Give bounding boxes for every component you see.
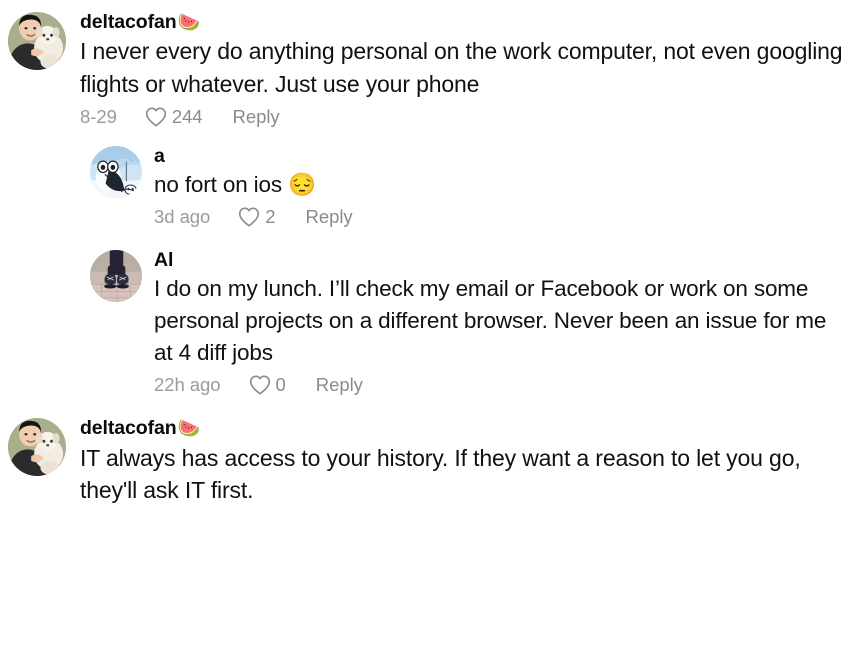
comment-thread: deltacofan 🍉 I never every do anything p… — [0, 0, 854, 648]
like-control[interactable]: 244 — [145, 106, 203, 128]
comment-username[interactable]: a — [154, 144, 848, 168]
comment-item: deltacofan 🍉 IT always has access to you… — [8, 414, 848, 507]
like-count: 2 — [265, 206, 276, 227]
avatar-image-cartoon-penguin-with-umbrella[interactable] — [90, 145, 142, 198]
username-text: deltacofan — [80, 417, 177, 440]
comment-timestamp: 3d ago — [154, 206, 211, 227]
like-control[interactable]: 0 — [249, 374, 286, 396]
comment-username[interactable]: Al — [154, 248, 848, 272]
avatar-image-person-holding-white-dog[interactable] — [8, 418, 66, 477]
heart-icon[interactable] — [238, 207, 260, 227]
comment-item: a no fort on ios 😔 3d ago 2 Reply — [8, 142, 848, 228]
comment-meta: 3d ago 2 Reply — [154, 206, 848, 228]
comment-body: deltacofan 🍉 I never every do anything p… — [80, 8, 848, 128]
comment-username[interactable]: deltacofan 🍉 — [80, 416, 848, 440]
reply-button[interactable]: Reply — [316, 374, 363, 396]
username-text: Al — [154, 249, 174, 271]
comment-text: no fort on ios 😔 — [154, 172, 316, 198]
comment-item: Al I do on my lunch. I’ll check my email… — [8, 246, 848, 396]
comment-meta: 22h ago 0 Reply — [154, 374, 848, 396]
avatar-art — [90, 250, 142, 302]
reply-button[interactable]: Reply — [306, 206, 353, 228]
avatar-art — [90, 145, 142, 198]
comment-text: I never every do anything personal on th… — [80, 38, 843, 98]
like-count: 0 — [275, 374, 286, 396]
like-control[interactable]: 2 — [238, 206, 276, 228]
comment-body: a no fort on ios 😔 3d ago 2 Reply — [154, 142, 848, 228]
reply-button[interactable]: Reply — [233, 106, 280, 128]
avatar[interactable] — [8, 8, 66, 70]
comment-body: Al I do on my lunch. I’ll check my email… — [154, 246, 848, 396]
avatar[interactable] — [90, 142, 142, 198]
comment-body: deltacofan 🍉 IT always has access to you… — [80, 414, 848, 507]
comment-meta: 8-29 244 Reply — [80, 106, 848, 128]
comment-timestamp: 22h ago — [154, 374, 221, 396]
avatar-art — [8, 12, 66, 70]
comment-timestamp: 8-29 — [80, 105, 117, 127]
comment-text: IT always has access to your history. If… — [80, 444, 801, 504]
heart-icon[interactable] — [145, 107, 167, 127]
avatar[interactable] — [8, 414, 66, 477]
comment-item: deltacofan 🍉 I never every do anything p… — [8, 8, 848, 128]
avatar[interactable] — [90, 246, 142, 302]
username-text: deltacofan — [80, 11, 177, 33]
heart-icon[interactable] — [249, 375, 271, 395]
comment-text: I do on my lunch. I’ll check my email or… — [154, 276, 827, 366]
avatar-image-person-holding-white-dog[interactable] — [8, 12, 66, 70]
avatar-image-boots-on-pavement[interactable] — [90, 250, 142, 302]
watermelon-icon: 🍉 — [177, 11, 200, 32]
comment-username[interactable]: deltacofan 🍉 — [80, 10, 848, 34]
like-count: 244 — [171, 105, 203, 127]
avatar-art — [8, 418, 66, 477]
username-text: a — [154, 144, 165, 167]
watermelon-icon: 🍉 — [177, 418, 200, 439]
